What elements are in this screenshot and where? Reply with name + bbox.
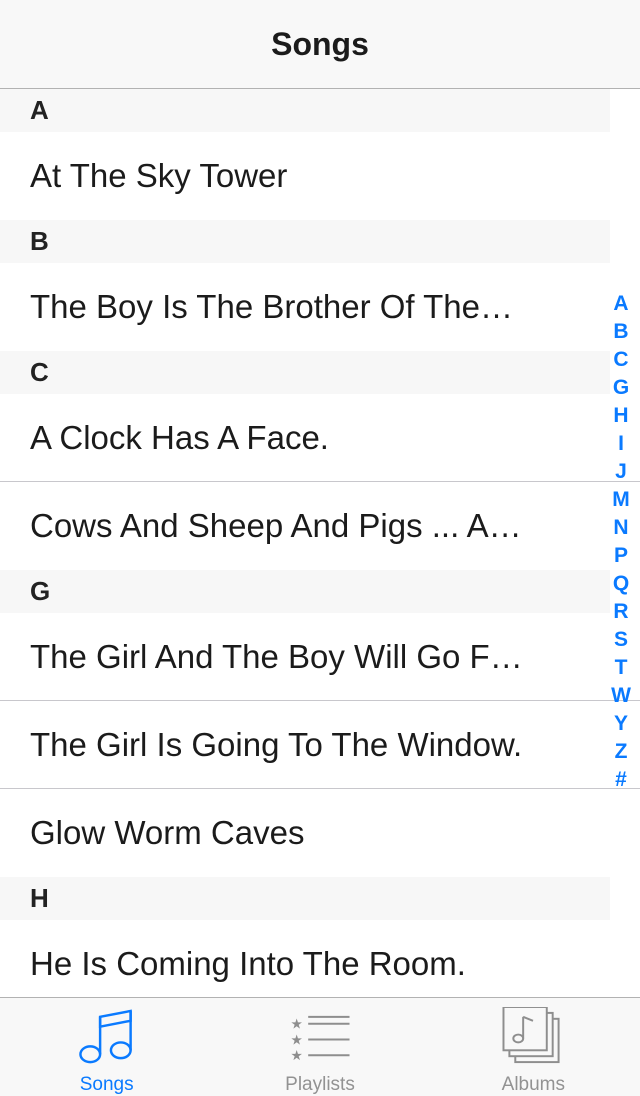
svg-text:★: ★ [290, 1048, 302, 1064]
index-letter[interactable]: # [615, 766, 627, 794]
index-letter[interactable]: W [611, 682, 631, 710]
song-row[interactable]: At The Sky Tower [0, 132, 640, 220]
index-letter[interactable]: T [615, 654, 628, 682]
index-letter[interactable]: A [613, 290, 628, 318]
index-letter[interactable]: Y [614, 710, 628, 738]
index-letter[interactable]: M [612, 486, 630, 514]
tab-albums[interactable]: Albums [427, 998, 640, 1096]
tab-label: Songs [79, 1074, 134, 1095]
albums-icon [502, 1007, 560, 1064]
tab-label: Playlists [285, 1074, 355, 1095]
song-title: Glow Worm Caves [30, 814, 305, 851]
index-letter[interactable]: C [613, 346, 628, 374]
song-row[interactable]: He Is Coming Into The Room. [0, 920, 640, 997]
song-row[interactable]: The Girl And The Boy Will Go F… [0, 613, 640, 701]
tab-bar: Songs ★ ★ ★ Playlists Albums [0, 997, 640, 1096]
index-letter[interactable]: J [615, 458, 627, 486]
index-letter[interactable]: N [613, 514, 628, 542]
section-index[interactable]: A B C G H I J M N P Q R S T W Y Z # [608, 290, 634, 794]
song-title: Cows And Sheep And Pigs ... A… [30, 507, 522, 544]
svg-text:★: ★ [290, 1017, 302, 1033]
music-note-icon [78, 1009, 132, 1064]
song-row[interactable]: A Clock Has A Face. [0, 394, 640, 482]
song-title: At The Sky Tower [30, 157, 288, 194]
playlist-icon: ★ ★ ★ [290, 1015, 350, 1064]
index-letter[interactable]: I [618, 430, 624, 458]
tab-label: Albums [501, 1074, 565, 1095]
svg-text:★: ★ [290, 1032, 302, 1048]
index-letter[interactable]: Z [615, 738, 628, 766]
song-row[interactable]: The Girl Is Going To The Window. [0, 701, 640, 789]
section-header-g: G [0, 570, 610, 613]
index-letter[interactable]: S [614, 626, 628, 654]
song-title: A Clock Has A Face. [30, 419, 329, 456]
song-row[interactable]: Glow Worm Caves [0, 789, 640, 877]
song-title: He Is Coming Into The Room. [30, 945, 466, 982]
song-title: The Girl And The Boy Will Go F… [30, 638, 523, 675]
page-title: Songs [271, 25, 369, 62]
index-letter[interactable]: R [613, 598, 628, 626]
songs-list[interactable]: A At The Sky Tower B The Boy Is The Brot… [0, 89, 640, 997]
index-letter[interactable]: H [613, 402, 628, 430]
section-header-c: C [0, 351, 610, 394]
song-row[interactable]: The Boy Is The Brother Of The… [0, 263, 640, 351]
index-letter[interactable]: G [613, 374, 629, 402]
song-title: The Girl Is Going To The Window. [30, 726, 523, 763]
tab-playlists[interactable]: ★ ★ ★ Playlists [213, 998, 426, 1096]
section-header-a: A [0, 89, 610, 132]
tab-songs[interactable]: Songs [0, 998, 213, 1096]
index-letter[interactable]: Q [613, 570, 629, 598]
section-header-b: B [0, 220, 610, 263]
section-header-h: H [0, 877, 610, 920]
song-row[interactable]: Cows And Sheep And Pigs ... A… [0, 482, 640, 570]
navigation-bar: Songs [0, 0, 640, 89]
song-title: The Boy Is The Brother Of The… [30, 288, 513, 325]
index-letter[interactable]: P [614, 542, 628, 570]
index-letter[interactable]: B [613, 318, 628, 346]
